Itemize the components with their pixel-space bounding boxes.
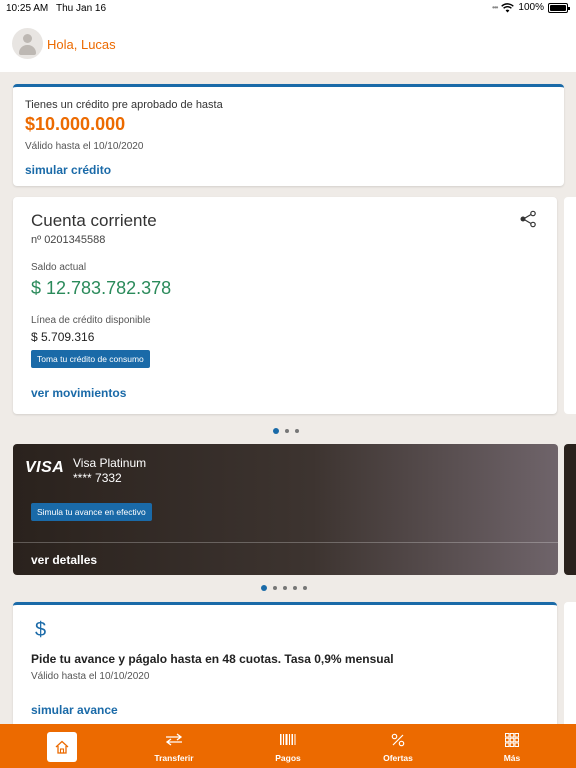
simulate-credit-link[interactable]: simular crédito — [25, 163, 111, 177]
simulate-advance-link[interactable]: simular avance — [31, 703, 118, 717]
pager-dot[interactable] — [293, 586, 297, 590]
avatar-icon[interactable] — [12, 28, 43, 59]
card-number: **** 7332 — [73, 471, 122, 485]
pager-dot[interactable] — [285, 429, 289, 433]
pager-dot-active[interactable] — [273, 428, 279, 434]
cash-advance-offer-card: $ Pide tu avance y págalo hasta en 48 cu… — [13, 602, 557, 724]
pager-dot[interactable] — [295, 429, 299, 433]
pager-dot[interactable] — [303, 586, 307, 590]
grid-menu-icon — [505, 733, 519, 747]
multitask-dots-icon: ••• — [492, 3, 498, 12]
greeting: Hola, Lucas — [47, 37, 116, 52]
preapproved-credit-card: Tienes un crédito pre aprobado de hasta … — [13, 84, 564, 186]
next-card-peek[interactable] — [564, 444, 576, 575]
balance-label: Saldo actual — [31, 262, 87, 273]
advance-offer-text: Pide tu avance y págalo hasta en 48 cuot… — [31, 652, 394, 666]
consumer-credit-button[interactable]: Toma tu crédito de consumo — [31, 350, 150, 368]
promo-valid-until: Válido hasta el 10/10/2020 — [25, 141, 144, 152]
tab-label: Transferir — [154, 753, 194, 763]
tab-mas[interactable]: Más — [467, 724, 557, 768]
transfer-arrows-icon — [165, 733, 183, 746]
tab-label: Ofertas — [383, 753, 413, 763]
pager-dot-active[interactable] — [261, 585, 267, 591]
credit-line-amount: $ 5.709.316 — [31, 330, 95, 344]
status-right: ••• 100% — [492, 2, 570, 13]
card-name: Visa Platinum — [73, 456, 147, 470]
pager-dot[interactable] — [273, 586, 277, 590]
main-content[interactable]: Tienes un crédito pre aprobado de hasta … — [0, 72, 576, 724]
tab-transferir[interactable]: Transferir — [129, 724, 219, 768]
battery-percent: 100% — [518, 2, 544, 13]
credit-line-label: Línea de crédito disponible — [31, 315, 151, 326]
home-icon — [55, 740, 69, 754]
cash-advance-button[interactable]: Simula tu avance en efectivo — [31, 503, 152, 521]
pager-dot[interactable] — [283, 586, 287, 590]
credit-card-tile[interactable]: VISA Visa Platinum **** 7332 Simula tu a… — [13, 444, 558, 575]
battery-icon — [548, 2, 570, 13]
share-icon[interactable] — [519, 210, 537, 228]
tab-label: Más — [503, 753, 521, 763]
status-time: 10:25 AM — [6, 3, 49, 14]
app-header: Hola, Lucas — [0, 18, 576, 72]
visa-logo: VISA — [25, 459, 65, 476]
balance-amount: $ 12.783.782.378 — [31, 278, 172, 298]
next-offer-peek[interactable] — [564, 602, 576, 724]
promo-text: Tienes un crédito pre aprobado de hasta — [25, 99, 223, 111]
barcode-icon — [280, 734, 296, 745]
dollar-icon: $ — [35, 619, 47, 641]
advance-valid-until: Válido hasta el 10/10/2020 — [31, 671, 150, 682]
account-number: nº 0201345588 — [31, 234, 106, 246]
account-carousel-pager[interactable] — [273, 428, 299, 434]
status-bar: 10:25 AM Thu Jan 16 ••• 100% — [0, 0, 576, 18]
wifi-icon — [501, 2, 515, 12]
account-title: Cuenta corriente — [31, 211, 157, 230]
percent-icon — [391, 733, 405, 747]
status-date: Thu Jan 16 — [56, 3, 107, 14]
tab-pagos[interactable]: Pagos — [243, 724, 333, 768]
view-details-link[interactable]: ver detalles — [31, 553, 97, 567]
next-account-card-peek[interactable] — [564, 197, 576, 414]
checking-account-card[interactable]: Cuenta corriente nº 0201345588 Saldo act… — [13, 197, 557, 414]
tab-ofertas[interactable]: Ofertas — [353, 724, 443, 768]
view-transactions-link[interactable]: ver movimientos — [31, 386, 126, 400]
tab-home[interactable] — [17, 724, 107, 768]
tab-label: Pagos — [275, 753, 301, 763]
bottom-tab-bar: Transferir Pagos Ofertas Más — [0, 724, 576, 768]
promo-amount: $10.000.000 — [25, 114, 126, 134]
card-divider — [13, 542, 558, 543]
card-carousel-pager[interactable] — [261, 585, 307, 591]
